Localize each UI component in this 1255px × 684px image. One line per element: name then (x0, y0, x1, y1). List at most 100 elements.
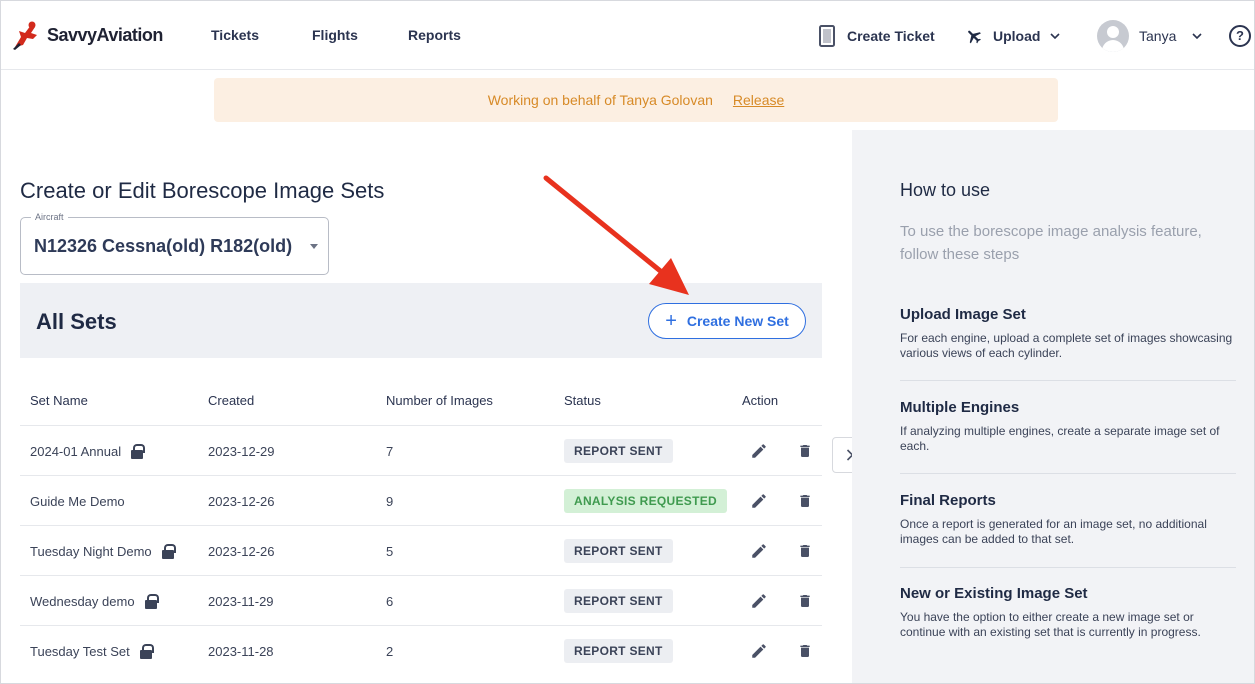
action-cell (742, 626, 816, 676)
status-cell: REPORT SENT (564, 576, 673, 626)
table-row[interactable]: Wednesday demo 2023-11-29 6 REPORT SENT (20, 575, 822, 625)
edit-pencil-icon[interactable] (748, 440, 770, 462)
set-name: Guide Me Demo (30, 493, 125, 509)
status-cell: REPORT SENT (564, 426, 673, 476)
header-number-of-images: Number of Images (386, 392, 493, 408)
impersonation-banner: Working on behalf of Tanya Golovan Relea… (214, 78, 1058, 122)
aircraft-value: N12326 Cessna(old) R182(old) (34, 236, 293, 256)
status-badge: REPORT SENT (564, 639, 673, 663)
set-name-cell: Tuesday Test Set (30, 626, 154, 676)
step-text: You have the option to either create a n… (900, 610, 1201, 639)
release-link[interactable]: Release (733, 92, 784, 108)
savvy-mascot-icon (13, 21, 37, 50)
trash-icon[interactable] (794, 440, 816, 462)
step-new-or-existing-set: New or Existing Image Set You have the o… (900, 585, 1236, 640)
divider (900, 380, 1236, 381)
create-ticket-button[interactable]: Create Ticket (819, 17, 935, 55)
create-ticket-label: Create Ticket (847, 28, 935, 44)
nav-reports[interactable]: Reports (408, 27, 461, 43)
sets-header: All Sets + Create New Set (20, 283, 822, 358)
page-title: Create or Edit Borescope Image Sets (20, 178, 385, 203)
divider (900, 473, 1236, 474)
app-window: SavvyAviation Tickets Flights Reports Cr… (0, 0, 1255, 684)
top-navigation-bar: SavvyAviation Tickets Flights Reports Cr… (1, 1, 1254, 70)
header-set-name: Set Name (30, 392, 88, 408)
lock-icon (144, 594, 159, 609)
banner-text: Working on behalf of Tanya Golovan (487, 92, 713, 108)
image-count: 6 (386, 593, 394, 609)
set-name-cell: Wednesday demo (30, 576, 159, 626)
brand-logo[interactable]: SavvyAviation (11, 19, 163, 51)
step-text: For each engine, upload a complete set o… (900, 331, 1233, 360)
status-cell: REPORT SENT (564, 626, 673, 676)
action-cell (742, 476, 816, 526)
step-title: Multiple Engines (900, 399, 1020, 416)
set-name-cell: 2024-01 Annual (30, 426, 146, 476)
created-date: 2023-11-29 (208, 593, 274, 609)
edit-pencil-icon[interactable] (748, 540, 770, 562)
how-to-use-panel: How to use To use the borescope image an… (852, 130, 1254, 683)
table-row[interactable]: 2024-01 Annual 2023-12-29 7 REPORT SENT (20, 425, 822, 475)
step-text: If analyzing multiple engines, create a … (900, 424, 1220, 453)
image-count: 5 (386, 543, 394, 559)
status-badge: REPORT SENT (564, 539, 673, 563)
ticket-icon (819, 25, 835, 47)
set-name: Tuesday Test Set (30, 643, 130, 659)
trash-icon[interactable] (794, 590, 816, 612)
trash-icon[interactable] (794, 540, 816, 562)
lock-icon (131, 444, 146, 459)
edit-pencil-icon[interactable] (748, 640, 770, 662)
help-icon[interactable]: ? (1229, 25, 1251, 47)
image-sets-table: Set Name Created Number of Images Status… (20, 375, 822, 675)
table-row[interactable]: Tuesday Test Set 2023-11-28 2 REPORT SENT (20, 625, 822, 675)
status-badge: REPORT SENT (564, 589, 673, 613)
status-badge: REPORT SENT (564, 439, 673, 463)
upload-menu-button[interactable]: Upload (965, 17, 1061, 55)
user-menu-button[interactable]: Tanya (1097, 17, 1202, 55)
step-text: Once a report is generated for an image … (900, 517, 1207, 546)
set-name-cell: Guide Me Demo (30, 476, 125, 526)
header-action: Action (742, 392, 779, 408)
aircraft-select[interactable]: Aircraft N12326 Cessna(old) R182(old) (20, 212, 329, 275)
edit-pencil-icon[interactable] (748, 490, 770, 512)
set-name: 2024-01 Annual (30, 443, 122, 459)
trash-icon[interactable] (794, 490, 816, 512)
set-name: Wednesday demo (30, 593, 135, 609)
aircraft-label: Aircraft (31, 212, 68, 222)
action-cell (742, 526, 816, 576)
image-count: 2 (386, 643, 394, 659)
step-final-reports: Final Reports Once a report is generated… (900, 492, 1236, 547)
created-date: 2023-12-26 (208, 493, 275, 509)
table-row[interactable]: Tuesday Night Demo 2023-12-26 5 REPORT SENT (20, 525, 822, 575)
action-cell (742, 576, 816, 626)
step-title: Upload Image Set (900, 306, 1026, 323)
sets-title: All Sets (36, 309, 117, 334)
table-header-row: Set Name Created Number of Images Status… (20, 375, 822, 425)
set-name-cell: Tuesday Night Demo (30, 526, 176, 576)
nav-tickets[interactable]: Tickets (211, 27, 259, 43)
plus-icon: + (665, 310, 677, 332)
brand-name: SavvyAviation (47, 24, 163, 45)
created-date: 2023-12-29 (208, 443, 275, 459)
upload-label: Upload (993, 28, 1041, 44)
edit-pencil-icon[interactable] (748, 590, 770, 612)
caret-down-icon (310, 244, 318, 249)
create-new-set-button[interactable]: + Create New Set (648, 303, 806, 339)
lock-icon (139, 644, 154, 659)
image-count: 9 (386, 493, 394, 509)
divider (900, 567, 1236, 568)
nav-flights[interactable]: Flights (312, 27, 358, 43)
lock-icon (161, 544, 176, 559)
step-multiple-engines: Multiple Engines If analyzing multiple e… (900, 399, 1236, 454)
avatar (1097, 20, 1129, 52)
created-date: 2023-11-28 (208, 643, 274, 659)
table-row[interactable]: Guide Me Demo 2023-12-26 9 ANALYSIS REQUEST… (20, 475, 822, 525)
set-name: Tuesday Night Demo (30, 543, 152, 559)
side-title: How to use (900, 180, 991, 200)
image-count: 7 (386, 443, 394, 459)
step-title: Final Reports (900, 492, 996, 509)
trash-icon[interactable] (794, 640, 816, 662)
user-name: Tanya (1139, 28, 1177, 44)
step-title: New or Existing Image Set (900, 585, 1088, 602)
created-date: 2023-12-26 (208, 543, 275, 559)
